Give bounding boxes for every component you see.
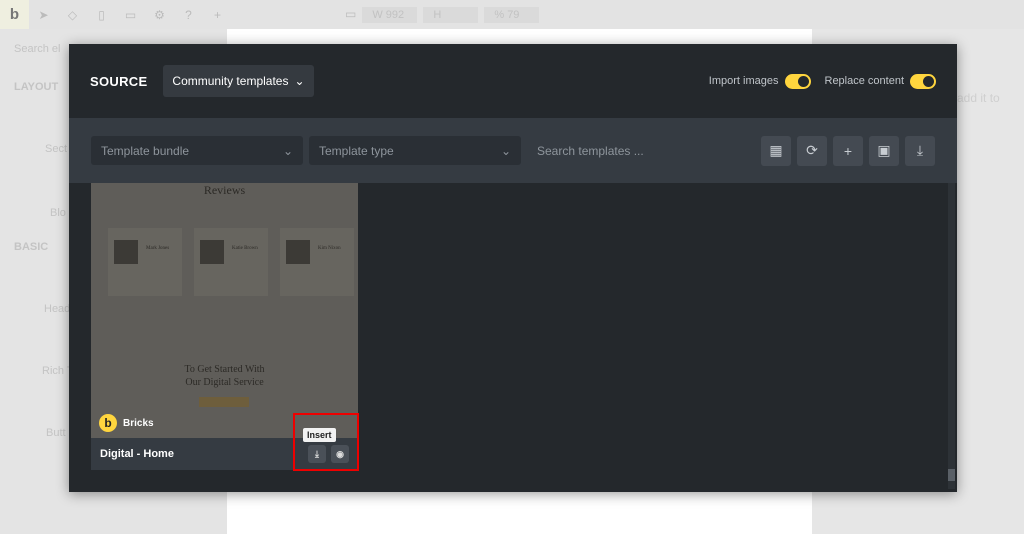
height-field[interactable]: H <box>423 7 479 23</box>
chevron-down-icon: ⌄ <box>282 143 293 158</box>
template-preview: Reviews Mark Jones Katie Brown Kim Nixon… <box>91 183 358 438</box>
download-icon[interactable]: ⤓ <box>905 135 935 166</box>
search-templates-input[interactable]: Search templates ... <box>527 144 747 158</box>
css-icon[interactable]: ◇ <box>58 8 87 22</box>
review-card: Mark Jones <box>108 228 182 296</box>
reviewer-name: Katie Brown <box>232 246 258 251</box>
source-value: Community templates <box>172 74 289 88</box>
desktop-icon[interactable]: ▭ <box>345 7 356 23</box>
width-field[interactable]: W 992 <box>362 7 418 23</box>
folder-icon[interactable]: ▭ <box>116 8 145 22</box>
grid-icon[interactable]: ▦ <box>761 135 791 166</box>
height-label: H <box>433 9 442 21</box>
template-bundle-select[interactable]: Template bundle ⌄ <box>91 136 303 165</box>
review-card: Katie Brown <box>194 228 268 296</box>
preview-heading: Reviews <box>203 183 246 197</box>
pages-icon[interactable]: ▯ <box>87 8 116 22</box>
plus-icon[interactable]: + <box>833 135 863 166</box>
chevron-down-icon: ⌄ <box>500 143 511 158</box>
bricks-logo: b <box>99 414 117 432</box>
width-label: W <box>372 9 383 21</box>
scale-value: 79 <box>507 9 520 21</box>
replace-content-label: Replace content <box>824 75 905 87</box>
template-title: Digital - Home <box>100 448 174 460</box>
cursor-icon[interactable]: ➤ <box>29 8 58 22</box>
editor-toolbar: b ➤ ◇ ▯ ▭ ⚙ ? + ▭ W 992 H % 79 <box>0 0 1024 29</box>
gear-icon[interactable]: ⚙ <box>145 8 174 22</box>
replace-content-toggle[interactable] <box>910 73 936 89</box>
width-value: 992 <box>385 9 405 21</box>
reviewer-name: Mark Jones <box>146 246 170 251</box>
bricks-logo[interactable]: b <box>0 0 29 29</box>
chevron-down-icon: ⌄ <box>294 74 305 88</box>
refresh-icon[interactable]: ⟳ <box>797 135 827 166</box>
scale-field[interactable]: % 79 <box>484 7 540 23</box>
reviewer-name: Kim Nixon <box>318 246 341 251</box>
template-author: Bricks <box>123 417 154 429</box>
template-bundle-value: Template bundle <box>101 143 190 158</box>
source-select[interactable]: Community templates ⌄ <box>163 65 314 97</box>
template-type-value: Template type <box>319 143 394 158</box>
scrollbar-thumb[interactable] <box>948 469 955 481</box>
preview-cta-button <box>199 397 249 407</box>
import-images-toggle[interactable] <box>784 73 811 89</box>
help-icon[interactable]: ? <box>174 8 203 22</box>
scale-label: % <box>494 9 505 21</box>
review-card: Kim Nixon <box>280 228 354 296</box>
highlight-box <box>293 413 359 471</box>
save-icon[interactable]: ▣ <box>869 135 899 166</box>
templates-modal: SOURCE Community templates ⌄ Import image… <box>69 44 957 492</box>
cta-line: Our Digital Service <box>185 377 264 388</box>
scrollbar[interactable] <box>948 183 955 489</box>
cta-line: To Get Started With <box>184 364 265 375</box>
add-icon[interactable]: + <box>203 8 232 22</box>
hint-text: add it to <box>957 91 1000 105</box>
source-label: SOURCE <box>90 73 148 89</box>
import-images-label: Import images <box>708 75 779 87</box>
template-type-select[interactable]: Template type ⌄ <box>309 136 521 165</box>
